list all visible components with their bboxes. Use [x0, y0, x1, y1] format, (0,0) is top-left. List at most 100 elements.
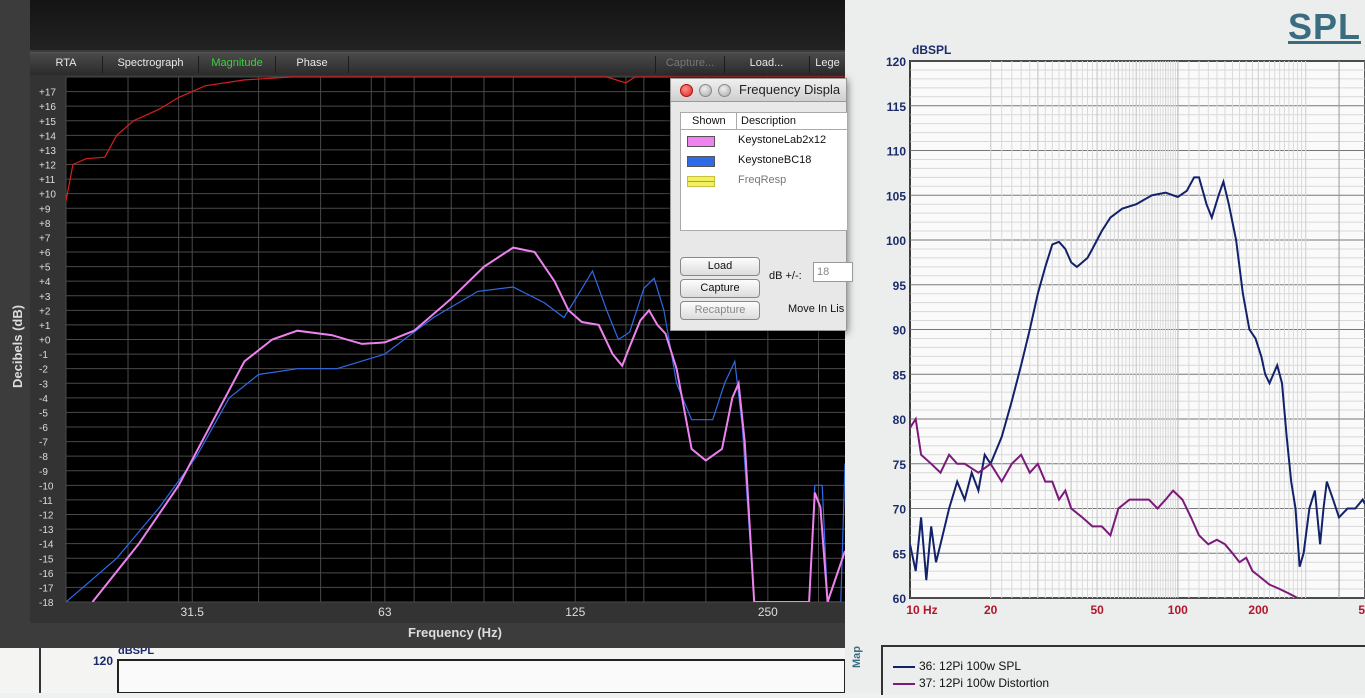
- trace-swatch[interactable]: [687, 156, 715, 167]
- dialog-recapture-button: Recapture: [680, 301, 760, 320]
- y-tick-label: -6: [39, 423, 48, 434]
- minimize-icon[interactable]: [699, 84, 712, 97]
- y-tick-label: -15: [39, 554, 54, 565]
- spl-y-tick: 95: [893, 279, 907, 293]
- x-axis-label: Frequency (Hz): [408, 625, 502, 640]
- y-tick-label: +15: [39, 117, 56, 128]
- y-axis-label: Decibels (dB): [10, 304, 25, 388]
- trace-swatch[interactable]: [687, 176, 715, 187]
- list-item[interactable]: KeystoneBC18: [681, 152, 847, 170]
- dialog-load-button[interactable]: Load: [680, 257, 760, 276]
- window-toolbar: [30, 0, 845, 50]
- spl-x-tick: 20: [984, 603, 998, 617]
- tab-spectrograph[interactable]: Spectrograph: [103, 56, 199, 73]
- y-tick-label: +16: [39, 102, 56, 113]
- load-button[interactable]: Load...: [724, 56, 810, 73]
- legend-item-spl: 36: 12Pi 100w SPL: [893, 659, 1021, 673]
- spl-x-tick: 50: [1091, 603, 1105, 617]
- background-window: 120 dBSPL: [0, 645, 846, 694]
- background-unit-label: dBSPL: [118, 648, 154, 657]
- y-tick-label: +0: [39, 336, 51, 347]
- background-plot-frame: [117, 659, 846, 694]
- y-tick-label: +1: [39, 321, 51, 332]
- y-tick-label: +14: [39, 131, 56, 142]
- legend-item-distortion: 37: 12Pi 100w Distortion: [893, 676, 1049, 690]
- spl-chart: dBSPL 120 115 110 105 100 95 90 85 80 75 70 65 6010 H…: [886, 43, 1365, 617]
- spl-y-tick: 105: [886, 189, 906, 203]
- y-tick-label: -5: [39, 408, 48, 419]
- y-tick-label: +17: [39, 88, 56, 99]
- y-tick-label: -10: [39, 481, 54, 492]
- spl-x-tick: 200: [1248, 603, 1268, 617]
- spl-x-tick: 5: [1358, 603, 1365, 617]
- y-tick-label: +6: [39, 248, 51, 259]
- y-tick-label: -11: [39, 496, 53, 507]
- spl-y-tick: 110: [887, 145, 907, 159]
- background-y-label: 120: [93, 654, 113, 668]
- spl-y-tick: 115: [887, 100, 907, 114]
- trace-list[interactable]: Shown Description KeystoneLab2x12 Keysto…: [680, 112, 847, 231]
- spl-x-tick: 100: [1168, 603, 1188, 617]
- column-shown[interactable]: Shown: [692, 115, 726, 127]
- move-in-list-label: Move In Lis: [788, 303, 845, 315]
- y-tick-label: +7: [39, 233, 51, 244]
- list-item[interactable]: KeystoneLab2x12: [681, 132, 847, 150]
- y-tick-label: -17: [39, 583, 54, 594]
- tab-magnitude[interactable]: Magnitude: [199, 56, 276, 73]
- trace-swatch[interactable]: [687, 136, 715, 147]
- legend-swatch: [893, 665, 915, 668]
- y-tick-label: +10: [39, 190, 56, 201]
- legend-swatch: [893, 682, 915, 685]
- y-tick-label: -18: [39, 598, 54, 609]
- list-header: Shown Description: [681, 113, 847, 130]
- tab-rta[interactable]: RTA: [30, 56, 103, 73]
- spl-y-tick: 100: [886, 234, 906, 248]
- y-tick-label: +3: [39, 292, 51, 303]
- y-tick-label: -14: [39, 540, 54, 551]
- spl-y-tick: 75: [893, 458, 907, 472]
- tab-phase[interactable]: Phase: [276, 56, 349, 73]
- y-tick-label: -7: [39, 438, 48, 449]
- column-description[interactable]: Description: [741, 115, 796, 127]
- y-tick-label: -3: [39, 379, 48, 390]
- y-tick-label: -8: [39, 452, 48, 463]
- spl-y-tick: 120: [886, 55, 906, 69]
- y-tick-label: -13: [39, 525, 54, 536]
- spl-legend: 36: 12Pi 100w SPL 37: 12Pi 100w Distorti…: [881, 645, 1365, 695]
- y-tick-label: +9: [39, 204, 51, 215]
- dialog-titlebar[interactable]: Frequency Displa: [671, 79, 846, 102]
- y-tick-label: +11: [39, 175, 56, 186]
- dialog-title: Frequency Displa: [739, 82, 841, 97]
- spl-y-tick: 60: [893, 592, 907, 606]
- db-range-input[interactable]: [813, 262, 853, 282]
- y-tick-label: -16: [39, 569, 54, 580]
- dialog-capture-button[interactable]: Capture: [680, 279, 760, 298]
- spl-y-tick: 85: [893, 368, 907, 382]
- spl-y-unit: dBSPL: [912, 43, 951, 57]
- y-tick-label: +5: [39, 263, 51, 274]
- y-tick-label: -9: [39, 467, 48, 478]
- y-tick-label: +2: [39, 306, 51, 317]
- spl-x-tick: 10 Hz: [906, 603, 937, 617]
- zoom-icon[interactable]: [718, 84, 731, 97]
- y-tick-label: +13: [39, 146, 56, 157]
- y-tick-label: +4: [39, 277, 51, 288]
- legend-button[interactable]: Lege: [810, 56, 845, 73]
- y-tick-label: -2: [39, 365, 48, 376]
- map-label: Map: [851, 646, 863, 668]
- x-tick-label: 31.5: [181, 605, 205, 619]
- view-tabs: RTA Spectrograph Magnitude Phase Capture…: [30, 52, 845, 75]
- db-range-label: dB +/-:: [769, 270, 802, 282]
- x-tick-label: 125: [565, 605, 585, 619]
- spl-y-tick: 70: [893, 503, 907, 517]
- capture-button[interactable]: Capture...: [655, 56, 725, 73]
- list-item[interactable]: FreqResp: [681, 172, 847, 190]
- background-chart-fragment: 120 dBSPL: [39, 645, 846, 694]
- y-tick-label: -1: [39, 350, 48, 361]
- close-icon[interactable]: [680, 84, 693, 97]
- y-tick-label: +12: [39, 161, 56, 172]
- y-tick-label: -12: [39, 511, 54, 522]
- x-tick-label: 250: [758, 605, 778, 619]
- spl-y-tick: 65: [893, 547, 907, 561]
- frequency-display-dialog: Frequency Displa Shown Description Keyst…: [670, 78, 853, 331]
